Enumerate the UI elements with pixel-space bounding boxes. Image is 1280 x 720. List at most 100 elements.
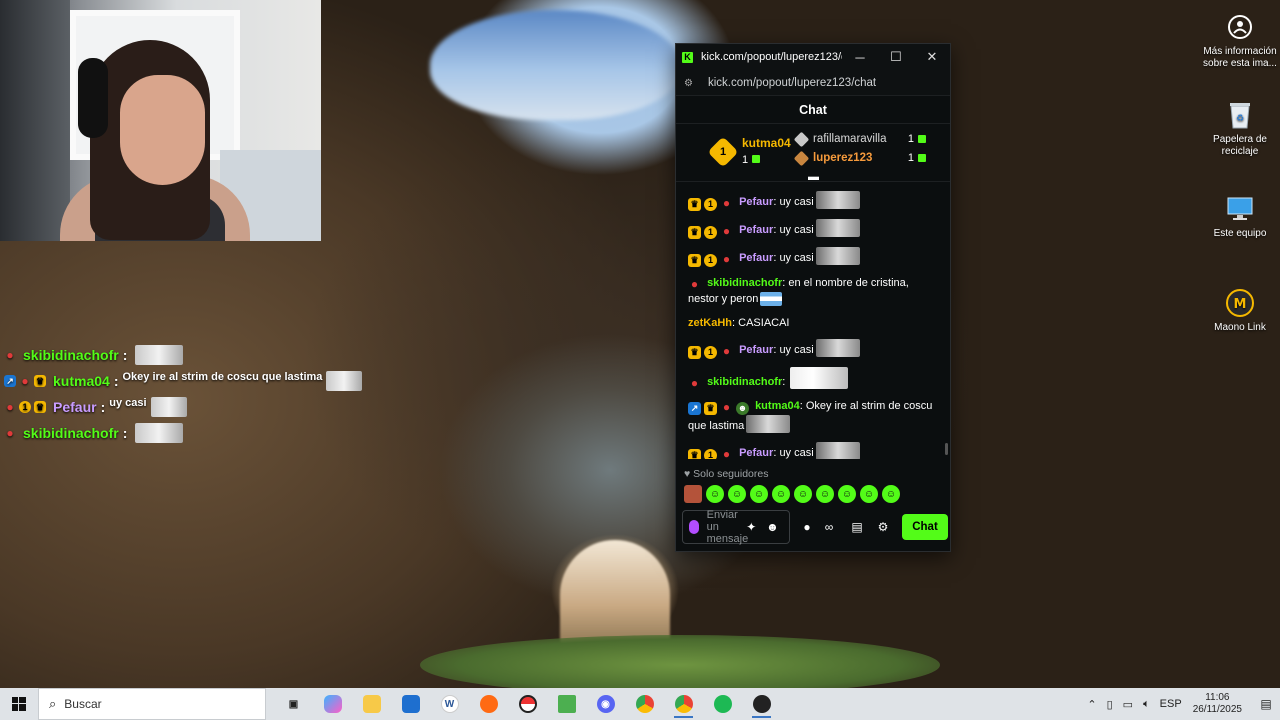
spotify-icon (713, 695, 732, 713)
address-bar[interactable]: ⚙ kick.com/popout/luperez123/chat (676, 70, 950, 96)
emote-button[interactable] (684, 485, 702, 503)
emote-button[interactable]: ☺ (838, 485, 856, 503)
leaderboard-first[interactable]: 1 kutma04 1 (707, 136, 791, 168)
emote-button[interactable]: ☺ (706, 485, 724, 503)
gift-badge-icon: 1 (704, 449, 717, 459)
leaderboard-second[interactable]: rafillamaravilla 1 (793, 131, 926, 147)
chevron-up-icon[interactable]: ⌃ (1087, 698, 1096, 711)
notification-icon[interactable]: ▤ (1252, 697, 1280, 711)
network-icon[interactable]: ▭ (1123, 698, 1133, 711)
taskbar-apps: ▣ W ◉ (274, 688, 781, 720)
crown-badge-icon: ♛ (34, 375, 46, 387)
tray-app-icon[interactable]: ▯ (1107, 698, 1113, 711)
leaderboard-user: kutma04 (742, 136, 791, 150)
chat-message-list[interactable]: ♛ 1 ● Pefaur: uy casi ♛ 1 ● Pefaur: uy casi … (676, 187, 946, 459)
leaderboard-third[interactable]: luperez123 1 (793, 150, 926, 166)
og-badge-icon: ● (690, 376, 699, 390)
store-icon[interactable]: ▤ (846, 520, 868, 534)
emote-button[interactable]: ☺ (816, 485, 834, 503)
desktop-icon-maono[interactable]: M Maono Link (1202, 288, 1278, 334)
taskbar-pokeball-app[interactable] (508, 688, 547, 720)
emote-button[interactable]: ☺ (772, 485, 790, 503)
gift-badge-icon: 1 (704, 254, 717, 267)
taskbar-file-explorer[interactable] (352, 688, 391, 720)
gift-icon (918, 135, 926, 143)
chat-message: zetKaHh: CASIACAI (688, 317, 790, 329)
word-icon: W (440, 695, 459, 713)
og-badge-icon: ● (6, 426, 14, 440)
flag-emote-image (760, 292, 783, 306)
crown-badge-icon: ♛ (704, 402, 717, 415)
wallpaper-floor (420, 635, 940, 695)
taskbar-discord[interactable]: ◉ (586, 688, 625, 720)
crown-badge-icon: ♛ (688, 226, 701, 239)
windows-logo-icon (12, 697, 26, 711)
kick-logo-icon: K (682, 51, 693, 63)
taskbar-spotify[interactable] (703, 688, 742, 720)
kick-emote-icon[interactable]: ✦ (741, 520, 762, 534)
wallpaper-sky (430, 10, 680, 120)
emote-button[interactable]: ☺ (882, 485, 900, 503)
headset (78, 58, 108, 138)
taskbar-obs[interactable] (742, 688, 781, 720)
emote-button[interactable]: ☺ (860, 485, 878, 503)
chat-message-input[interactable]: Enviar un mensaje ✦ ☻ (682, 509, 790, 545)
microphone-icon[interactable] (689, 520, 699, 534)
taskbar-app-orange[interactable] (469, 688, 508, 720)
store-icon (401, 695, 420, 713)
clock[interactable]: 11:06 26/11/2025 (1193, 692, 1242, 716)
og-badge-icon: ● (722, 224, 731, 238)
emote-button[interactable]: ☺ (750, 485, 768, 503)
minecraft-icon (557, 695, 576, 713)
taskbar-minecraft[interactable] (547, 688, 586, 720)
desktop-icon-spotlight[interactable]: Más información sobre esta ima... (1202, 12, 1278, 70)
channel-points-icon[interactable]: ● (796, 520, 818, 534)
folder-icon (362, 695, 381, 713)
chat-message: ♛ 1 ● Pefaur: uy casi (688, 191, 938, 211)
og-badge-icon: ● (722, 447, 731, 460)
pokeball-icon (518, 695, 537, 713)
emoji-icon[interactable]: ☻ (762, 520, 783, 534)
taskbar-search-box[interactable]: ⌕ Buscar (38, 688, 266, 720)
url-text: kick.com/popout/luperez123/chat (708, 76, 877, 89)
taskbar-chrome-active[interactable] (664, 688, 703, 720)
emote-image (150, 397, 187, 417)
settings-gear-icon[interactable]: ⚙ (872, 520, 894, 534)
start-button[interactable] (0, 688, 38, 720)
desktop-icon-recycle-bin[interactable]: ♻ Papelera de reciclaje (1202, 100, 1278, 158)
close-button[interactable]: ✕ (914, 49, 950, 65)
chat-message: ● skibidinachofr: (688, 367, 938, 390)
emote-button[interactable]: ☺ (794, 485, 812, 503)
crown-badge-icon: ♛ (688, 346, 701, 359)
gift-leaderboard: 1 kutma04 1 rafillamaravilla 1 luperez12… (676, 124, 950, 183)
taskbar-word[interactable]: W (430, 688, 469, 720)
windows-taskbar: ⌕ Buscar ▣ W ◉ ⌃ ▯ ▭ 🔈︎ ESP 11:06 26/11/… (0, 688, 1280, 720)
speaker-icon[interactable]: 🔈︎ (1143, 698, 1150, 711)
language-indicator[interactable]: ESP (1160, 698, 1182, 710)
window-titlebar[interactable]: K kick.com/popout/luperez123/ch... ─ ☐ ✕ (676, 44, 950, 70)
taskbar-store[interactable] (391, 688, 430, 720)
taskbar-copilot[interactable] (313, 688, 352, 720)
send-chat-button[interactable]: Chat (902, 514, 948, 540)
taskbar-chrome[interactable] (625, 688, 664, 720)
site-settings-icon[interactable]: ⚙ (684, 78, 698, 89)
camera-info-icon (1225, 12, 1255, 42)
minimize-button[interactable]: ─ (842, 50, 878, 65)
copilot-icon (323, 695, 342, 713)
chat-scrollbar[interactable] (945, 187, 948, 459)
chat-message: ♛ 1 ● Pefaur: uy casi (688, 339, 938, 359)
emote-button[interactable]: ☺ (728, 485, 746, 503)
og-badge-icon: ● (722, 196, 731, 210)
maximize-button[interactable]: ☐ (878, 49, 914, 65)
kick-chat-popup-window: K kick.com/popout/luperez123/ch... ─ ☐ ✕… (675, 43, 951, 552)
pinned-toggle-icon[interactable]: ▬ (808, 171, 819, 183)
chat-message: ♛ 1 ● Pefaur: uy casi (688, 247, 938, 267)
task-view-button[interactable]: ▣ (274, 688, 313, 720)
desktop-icon-this-pc[interactable]: Este equipo (1202, 194, 1278, 240)
vip-badge-icon: ↗ (4, 375, 16, 387)
gold-medal-icon: 1 (707, 136, 739, 168)
maono-link-icon: M (1225, 288, 1255, 318)
wallpaper-cave-exit (560, 540, 670, 650)
infinity-icon[interactable]: ∞ (818, 520, 840, 534)
chat-message: ♛ 1 ● Pefaur: uy casi (688, 442, 938, 459)
